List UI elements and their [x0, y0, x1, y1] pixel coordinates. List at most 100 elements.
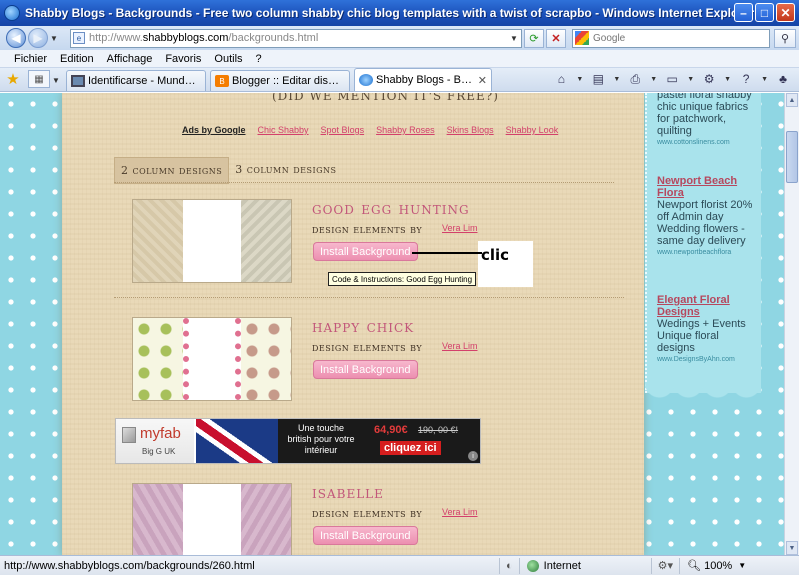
command-bar: ⌂ ▼ ▤ ▼ ⎙ ▼ ▭ ▼ ⚙ ▼ ? ▼ ♣ — [551, 70, 793, 88]
sidebar-scallop-edge — [645, 383, 761, 413]
author-link[interactable]: Vera Lim — [442, 223, 478, 233]
ad-link-spot-blogs[interactable]: Spot Blogs — [321, 125, 365, 135]
banner-brand-sub: Big G UK — [142, 447, 176, 456]
monitor-icon — [71, 75, 85, 87]
close-tab-icon[interactable]: ✕ — [475, 74, 487, 87]
item-title: isabelle — [312, 483, 384, 503]
address-field[interactable]: e http://www.shabbyblogs.com/backgrounds… — [70, 28, 522, 48]
tools-gear-icon[interactable]: ⚙ — [699, 70, 719, 88]
menu-affichage[interactable]: Affichage — [107, 53, 153, 65]
menu-help[interactable]: ? — [256, 53, 262, 65]
research-icon[interactable]: ♣ — [773, 70, 793, 88]
search-icon[interactable]: ⚲ — [774, 28, 796, 48]
design-elements-label: design elements by — [312, 223, 423, 236]
banner-tagline: Une touche british pour votre intérieur — [287, 423, 355, 455]
myfab-banner-ad[interactable]: myfab Big G UK Une touche british pour v… — [115, 418, 481, 464]
ad-link-chic-shabby[interactable]: Chic Shabby — [258, 125, 309, 135]
address-dropdown[interactable]: ▼ — [507, 34, 521, 43]
sidebar-ad-fabrics[interactable]: pastel floral shabby chic unique fabrics… — [657, 93, 757, 149]
page-content[interactable]: (DID WE MENTION IT'S FREE?) Ads by Googl… — [0, 93, 784, 555]
main-panel: (DID WE MENTION IT'S FREE?) Ads by Googl… — [62, 93, 644, 555]
back-button[interactable]: ◀ — [6, 28, 26, 48]
stop-icon[interactable]: ✕ — [546, 28, 566, 48]
status-url: http://www.shabbyblogs.com/backgrounds/2… — [4, 559, 255, 572]
zoom-icon: 🔍︎ — [687, 560, 705, 572]
home-icon[interactable]: ⌂ — [551, 70, 571, 88]
page-menu-icon[interactable]: ▭ — [662, 70, 682, 88]
menu-favoris[interactable]: Favoris — [165, 53, 201, 65]
annotation-arrow-line — [412, 252, 482, 254]
annotation-text: clic — [481, 246, 510, 264]
menu-edition[interactable]: Edition — [60, 53, 94, 65]
tab-2-column[interactable]: 2 column designs — [114, 157, 230, 184]
tooltip: Code & Instructions: Good Egg Hunting — [328, 272, 477, 286]
search-field[interactable] — [572, 28, 770, 48]
ad-link-shabby-look[interactable]: Shabby Look — [506, 125, 559, 135]
scroll-up-arrow[interactable]: ▲ — [786, 93, 798, 107]
design-elements-label: design elements by — [312, 507, 423, 520]
ad-link-shabby-roses[interactable]: Shabby Roses — [376, 125, 435, 135]
scrollbar-thumb[interactable] — [786, 131, 798, 183]
tab-shabby-blogs[interactable]: Shabby Blogs - Backgrou... ✕ — [354, 68, 492, 91]
tabs-divider — [114, 182, 614, 183]
tab-3-column[interactable]: 3 column designs — [229, 157, 342, 184]
favorites-star-icon[interactable]: ★ — [4, 69, 22, 89]
google-icon — [575, 31, 589, 45]
banner-brand: myfab — [140, 425, 181, 442]
zoom-control[interactable]: 🔍︎ 100% ▼ — [683, 559, 750, 573]
ad-link-skins-blogs[interactable]: Skins Blogs — [447, 125, 494, 135]
author-link[interactable]: Vera Lim — [442, 341, 478, 351]
install-background-button[interactable]: Install Background — [313, 242, 418, 261]
sidebar-ad-title[interactable]: Newport Beach Flora — [657, 175, 757, 199]
ads-row: Ads by Google Chic Shabby Spot Blogs Sha… — [182, 125, 558, 135]
tab-bar: ★ ▦ ▼ Identificarse - MundoReceta... B B… — [0, 68, 799, 92]
print-icon[interactable]: ⎙ — [625, 70, 645, 88]
minimize-button[interactable]: – — [734, 3, 753, 22]
free-tagline: (DID WE MENTION IT'S FREE?) — [272, 93, 499, 103]
item-title: good egg hunting — [312, 199, 470, 219]
item-title: happy chick — [312, 317, 415, 337]
sidebar-ad-title[interactable]: Elegant Floral Designs — [657, 294, 757, 318]
install-background-button[interactable]: Install Background — [313, 526, 418, 545]
security-icon: ◐ — [506, 559, 513, 572]
tab-mundorecetas[interactable]: Identificarse - MundoReceta... — [66, 70, 206, 91]
design-tabs: 2 column designs 3 column designs — [114, 157, 343, 184]
background-thumbnail[interactable] — [132, 317, 292, 401]
protected-mode-icon[interactable]: ⚙▾ — [655, 559, 676, 572]
maximize-button[interactable]: □ — [755, 3, 774, 22]
ie-icon — [359, 74, 373, 86]
security-zone[interactable]: Internet — [523, 559, 648, 572]
ie-icon — [4, 5, 20, 21]
banner-price-old: 190, 00 €! — [418, 425, 459, 435]
ad-info-icon[interactable]: i — [468, 451, 478, 461]
banner-cta-button[interactable]: cliquez ici — [380, 441, 441, 455]
install-background-button[interactable]: Install Background — [313, 360, 418, 379]
tab-blogger[interactable]: B Blogger :: Editar diseño — [210, 70, 350, 91]
history-dropdown[interactable]: ▼ — [50, 34, 60, 43]
quick-tabs-icon[interactable]: ▦ — [28, 70, 50, 88]
url-text: http://www.shabbyblogs.com/backgrounds.h… — [89, 32, 319, 44]
ads-by-google-label[interactable]: Ads by Google — [182, 125, 246, 135]
close-button[interactable]: ✕ — [776, 3, 795, 22]
sidebar-ad-elegant-floral[interactable]: Elegant Floral Designs Wedings + Events … — [657, 294, 757, 366]
menu-fichier[interactable]: Fichier — [14, 53, 47, 65]
scroll-down-arrow[interactable]: ▼ — [786, 541, 798, 555]
background-thumbnail[interactable] — [132, 483, 292, 555]
feeds-icon[interactable]: ▤ — [588, 70, 608, 88]
tab-list-dropdown[interactable]: ▼ — [52, 76, 62, 85]
title-bar: Shabby Blogs - Backgrounds - Free two co… — [0, 0, 799, 26]
forward-button[interactable]: ▶ — [28, 28, 48, 48]
background-thumbnail[interactable] — [132, 199, 292, 283]
banner-price-new: 64,90€ — [374, 424, 408, 436]
status-bar: http://www.shabbyblogs.com/backgrounds/2… — [0, 555, 799, 575]
refresh-icon[interactable]: ⟳ — [524, 28, 544, 48]
page-icon: e — [73, 32, 85, 44]
design-elements-label: design elements by — [312, 341, 423, 354]
menu-bar: Fichier Edition Affichage Favoris Outils… — [0, 50, 799, 68]
help-icon[interactable]: ? — [736, 70, 756, 88]
menu-outils[interactable]: Outils — [214, 53, 242, 65]
search-input[interactable] — [593, 32, 743, 44]
vertical-scrollbar[interactable]: ▲ ▼ — [784, 93, 799, 555]
sidebar-ad-newport[interactable]: Newport Beach Flora Newport florist 20% … — [657, 175, 757, 259]
author-link[interactable]: Vera Lim — [442, 507, 478, 517]
